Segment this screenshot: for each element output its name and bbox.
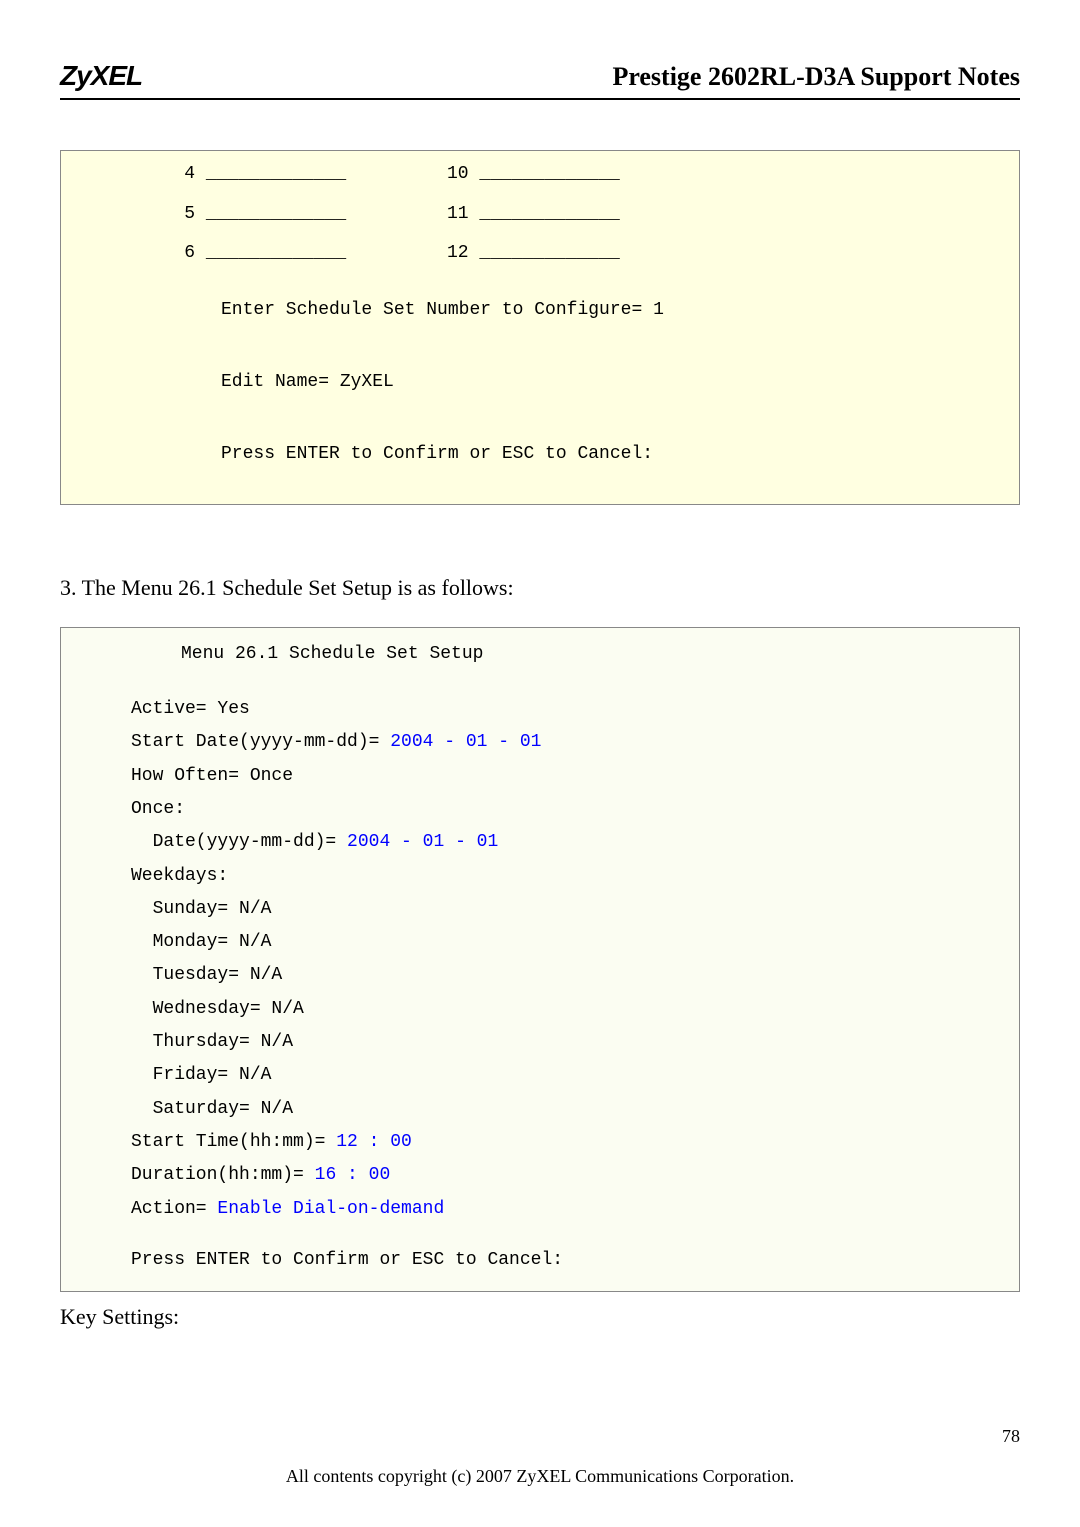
weekday-line: Sunday= N/A	[61, 893, 1019, 926]
row-fill: _____________	[469, 164, 620, 184]
start-date-label: Start Date(yyyy-mm-dd)=	[131, 732, 390, 752]
action-line: Action= Enable Dial-on-demand	[61, 1193, 1019, 1226]
active-line: Active= Yes	[61, 693, 1019, 726]
edit-name-line: Edit Name= ZyXEL	[221, 346, 1019, 418]
page-header: ZyXEL Prestige 2602RL-D3A Support Notes	[60, 60, 1020, 100]
start-time-label: Start Time(hh:mm)=	[131, 1132, 336, 1152]
menu-title: Menu 26.1 Schedule Set Setup	[61, 638, 1019, 671]
schedule-row: 6 _____________ 12 _____________	[177, 234, 1019, 274]
once-label-line: Once:	[61, 793, 1019, 826]
weekday-line: Tuesday= N/A	[61, 959, 1019, 992]
row-num: 5	[177, 195, 195, 235]
row-num: 10	[447, 164, 469, 184]
press-enter-line: Press ENTER to Confirm or ESC to Cancel:	[221, 418, 1019, 490]
key-settings-heading: Key Settings:	[60, 1304, 1020, 1330]
how-often-line: How Often= Once	[61, 760, 1019, 793]
press-enter-line: Press ENTER to Confirm or ESC to Cancel:	[61, 1244, 1019, 1277]
schedule-set-setup-box: Menu 26.1 Schedule Set Setup Active= Yes…	[60, 627, 1020, 1292]
once-date-line: Date(yyyy-mm-dd)= 2004 - 01 - 01	[61, 826, 1019, 859]
weekday-line: Wednesday= N/A	[61, 993, 1019, 1026]
row-fill: _____________	[206, 204, 346, 224]
schedule-set-list-box: 4 _____________ 10 _____________ 5 _____…	[60, 150, 1020, 505]
row-num: 6	[177, 234, 195, 274]
body-paragraph: 3. The Menu 26.1 Schedule Set Setup is a…	[60, 575, 1020, 601]
start-time-value: 12 : 00	[336, 1132, 412, 1152]
row-fill: _____________	[469, 204, 620, 224]
row-fill: _____________	[469, 243, 620, 263]
page-number: 78	[1002, 1426, 1020, 1447]
schedule-text-lines: Enter Schedule Set Number to Configure= …	[61, 274, 1019, 490]
schedule-rows: 4 _____________ 10 _____________ 5 _____…	[61, 155, 1019, 274]
action-label: Action=	[131, 1199, 217, 1219]
weekday-line: Monday= N/A	[61, 926, 1019, 959]
row-num: 12	[447, 243, 469, 263]
schedule-configure-line: Enter Schedule Set Number to Configure= …	[221, 274, 1019, 346]
start-date-value: 2004 - 01 - 01	[390, 732, 541, 752]
footer-copyright: All contents copyright (c) 2007 ZyXEL Co…	[0, 1466, 1080, 1487]
logo: ZyXEL	[60, 60, 142, 92]
row-fill: _____________	[206, 164, 346, 184]
row-num: 4	[177, 155, 195, 195]
once-date-label: Date(yyyy-mm-dd)=	[131, 832, 347, 852]
row-num: 11	[447, 204, 469, 224]
weekdays-label-line: Weekdays:	[61, 860, 1019, 893]
weekday-line: Friday= N/A	[61, 1059, 1019, 1092]
start-date-line: Start Date(yyyy-mm-dd)= 2004 - 01 - 01	[61, 726, 1019, 759]
header-title: Prestige 2602RL-D3A Support Notes	[612, 62, 1020, 92]
weekday-line: Thursday= N/A	[61, 1026, 1019, 1059]
row-fill: _____________	[206, 243, 346, 263]
duration-label: Duration(hh:mm)=	[131, 1165, 315, 1185]
start-time-line: Start Time(hh:mm)= 12 : 00	[61, 1126, 1019, 1159]
once-date-value: 2004 - 01 - 01	[347, 832, 498, 852]
duration-value: 16 : 00	[315, 1165, 391, 1185]
weekday-line: Saturday= N/A	[61, 1093, 1019, 1126]
duration-line: Duration(hh:mm)= 16 : 00	[61, 1159, 1019, 1192]
action-value: Enable Dial-on-demand	[217, 1199, 444, 1219]
schedule-row: 5 _____________ 11 _____________	[177, 195, 1019, 235]
schedule-row: 4 _____________ 10 _____________	[177, 155, 1019, 195]
